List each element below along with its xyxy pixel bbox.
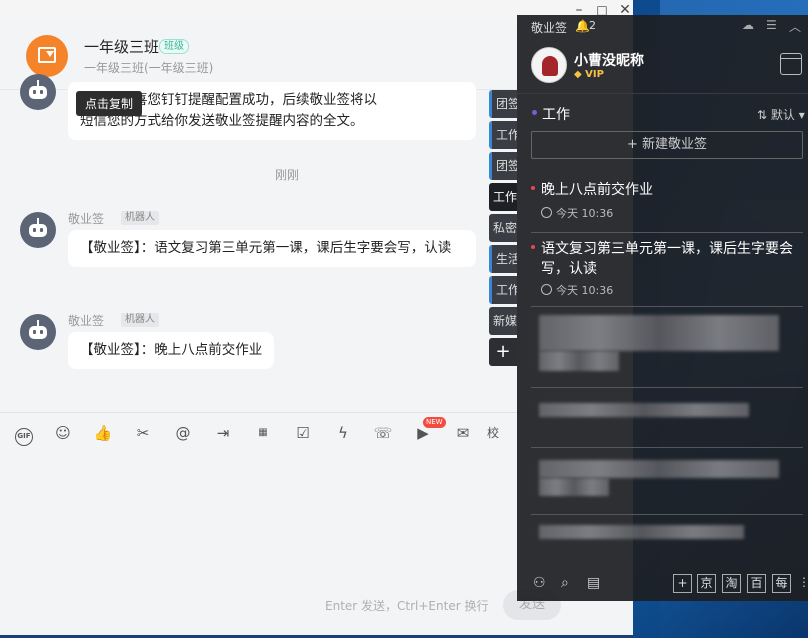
copy-tooltip: 点击复制 [76,91,143,116]
blurred-note[interactable] [539,460,779,478]
shortcut-add[interactable]: + [673,574,692,593]
checkbox-icon[interactable]: ☑ [293,423,313,443]
emoji-icon[interactable]: ☺ [53,423,73,443]
cloud-icon[interactable]: ☁ [742,18,754,32]
user-avatar[interactable] [531,47,567,83]
shortcut-every[interactable]: 每 [772,574,791,593]
search-icon[interactable]: ⌕ [561,575,569,591]
sender-name: 敬业签 [68,314,105,328]
note-item[interactable]: 晚上八点前交作业 今天 10:36 [531,180,803,230]
panel-title: 敬业签 [531,21,568,35]
archive-icon[interactable]: ▤ [587,575,600,591]
vip-badge: ◆ VIP [574,69,604,80]
group-tag: 班级 [159,39,189,54]
sort-dropdown[interactable]: ⇅ 默认 ▾ [757,106,805,123]
lightning-icon[interactable]: ϟ [333,423,353,443]
robot-tag: 机器人 [121,211,159,225]
call-icon[interactable]: ☏ [373,423,393,443]
bot-avatar[interactable] [20,314,56,350]
category-dot [532,110,537,115]
side-tab[interactable]: 团签 [489,90,517,118]
blurred-note[interactable] [539,525,744,539]
shortcut-jd[interactable]: 京 [697,574,716,593]
clock-icon [541,207,552,218]
calendar-icon[interactable] [780,53,802,75]
new-badge: NEW [423,417,446,428]
side-tab-active[interactable]: 工作 [489,183,517,211]
side-tab[interactable]: 工作 [489,121,517,149]
sender-name: 敬业签 [68,212,105,226]
bot-avatar[interactable] [20,74,56,110]
bot-avatar[interactable] [20,212,56,248]
add-tab-button[interactable]: + [489,338,517,366]
message-timestamp: 刚刚 [275,168,300,182]
side-tab[interactable]: 工作 [489,276,517,304]
collapse-icon[interactable]: ︿ [789,18,801,35]
scissors-icon[interactable]: ✂ [133,423,153,443]
blurred-note[interactable] [539,315,779,351]
note-item[interactable]: 语文复习第三单元第一课，课后生字要会写，认读 今天 10:36 [531,239,803,303]
more-icon[interactable]: ⋮ [798,575,808,589]
group-avatar[interactable] [26,35,68,77]
category-label[interactable]: 工作 [542,104,570,124]
book-icon [38,47,56,63]
message-bubble[interactable]: 【敬业签】：晚上八点前交作业 [68,332,275,369]
note-text: 晚上八点前交作业 [541,182,653,198]
note-text: 语文复习第三单元第一课，课后生字要会写，认读 [541,241,793,277]
clock-icon [541,284,552,295]
unread-dot [531,245,535,249]
send-hint: Enter 发送，Ctrl+Enter 换行 [325,599,489,613]
blurred-note[interactable] [539,478,609,496]
new-note-button[interactable]: + 新建敬业签 [531,131,803,159]
blurred-note[interactable] [539,403,749,417]
new-note-label: + 新建敬业签 [626,137,708,152]
panel-header: 敬业签 🔔 2 ☁ ☰ ︿ [517,15,808,39]
bell-icon[interactable]: 🔔 [575,19,590,33]
group-subtitle: 一年级三班(一年级三班) [84,61,214,75]
unread-dot [531,186,535,190]
side-tab[interactable]: 团签 [489,152,517,180]
note-time: 今天 10:36 [541,282,613,298]
blurred-note[interactable] [539,351,619,371]
user-name[interactable]: 小曹没昵称 [574,50,644,70]
notification-count: 2 [589,19,596,32]
side-tab[interactable]: 私密 [489,214,517,242]
note-time: 今天 10:36 [541,205,613,221]
forward-icon[interactable]: ⇥ [213,423,233,443]
mail-icon[interactable]: ✉ [453,423,473,443]
thumbs-up-icon[interactable]: 👍 [93,423,113,443]
sort-label: 默认 [770,108,795,122]
group-name[interactable]: 一年级三班 [84,36,159,57]
panel-footer: ⚇ ⌕ ▤ + 京 淘 百 每 ⋮ [517,569,808,601]
robot-tag: 机器人 [121,313,159,327]
side-tab[interactable]: 生活 [489,245,517,273]
vip-label: VIP [585,69,604,80]
menu-icon[interactable]: ☰ [766,18,777,32]
team-icon[interactable]: ⚇ [533,575,546,591]
school-icon[interactable]: 校 [483,423,503,443]
shortcut-taobao[interactable]: 淘 [722,574,741,593]
sticky-note-panel: 敬业签 🔔 2 ☁ ☰ ︿ 小曹没昵称 ◆ VIP 工作 ⇅ 默认 ▾ + 新建… [517,15,808,601]
shortcut-baidu[interactable]: 百 [747,574,766,593]
message-bubble[interactable]: 【敬业签】：语文复习第三单元第一课，课后生字要会写，认读 [68,230,476,267]
at-icon[interactable]: @ [173,423,193,443]
calendar-25-icon[interactable]: ▦ [253,423,273,443]
gif-icon[interactable]: GIF [14,423,34,446]
side-tab[interactable]: 新媒 [489,307,517,335]
